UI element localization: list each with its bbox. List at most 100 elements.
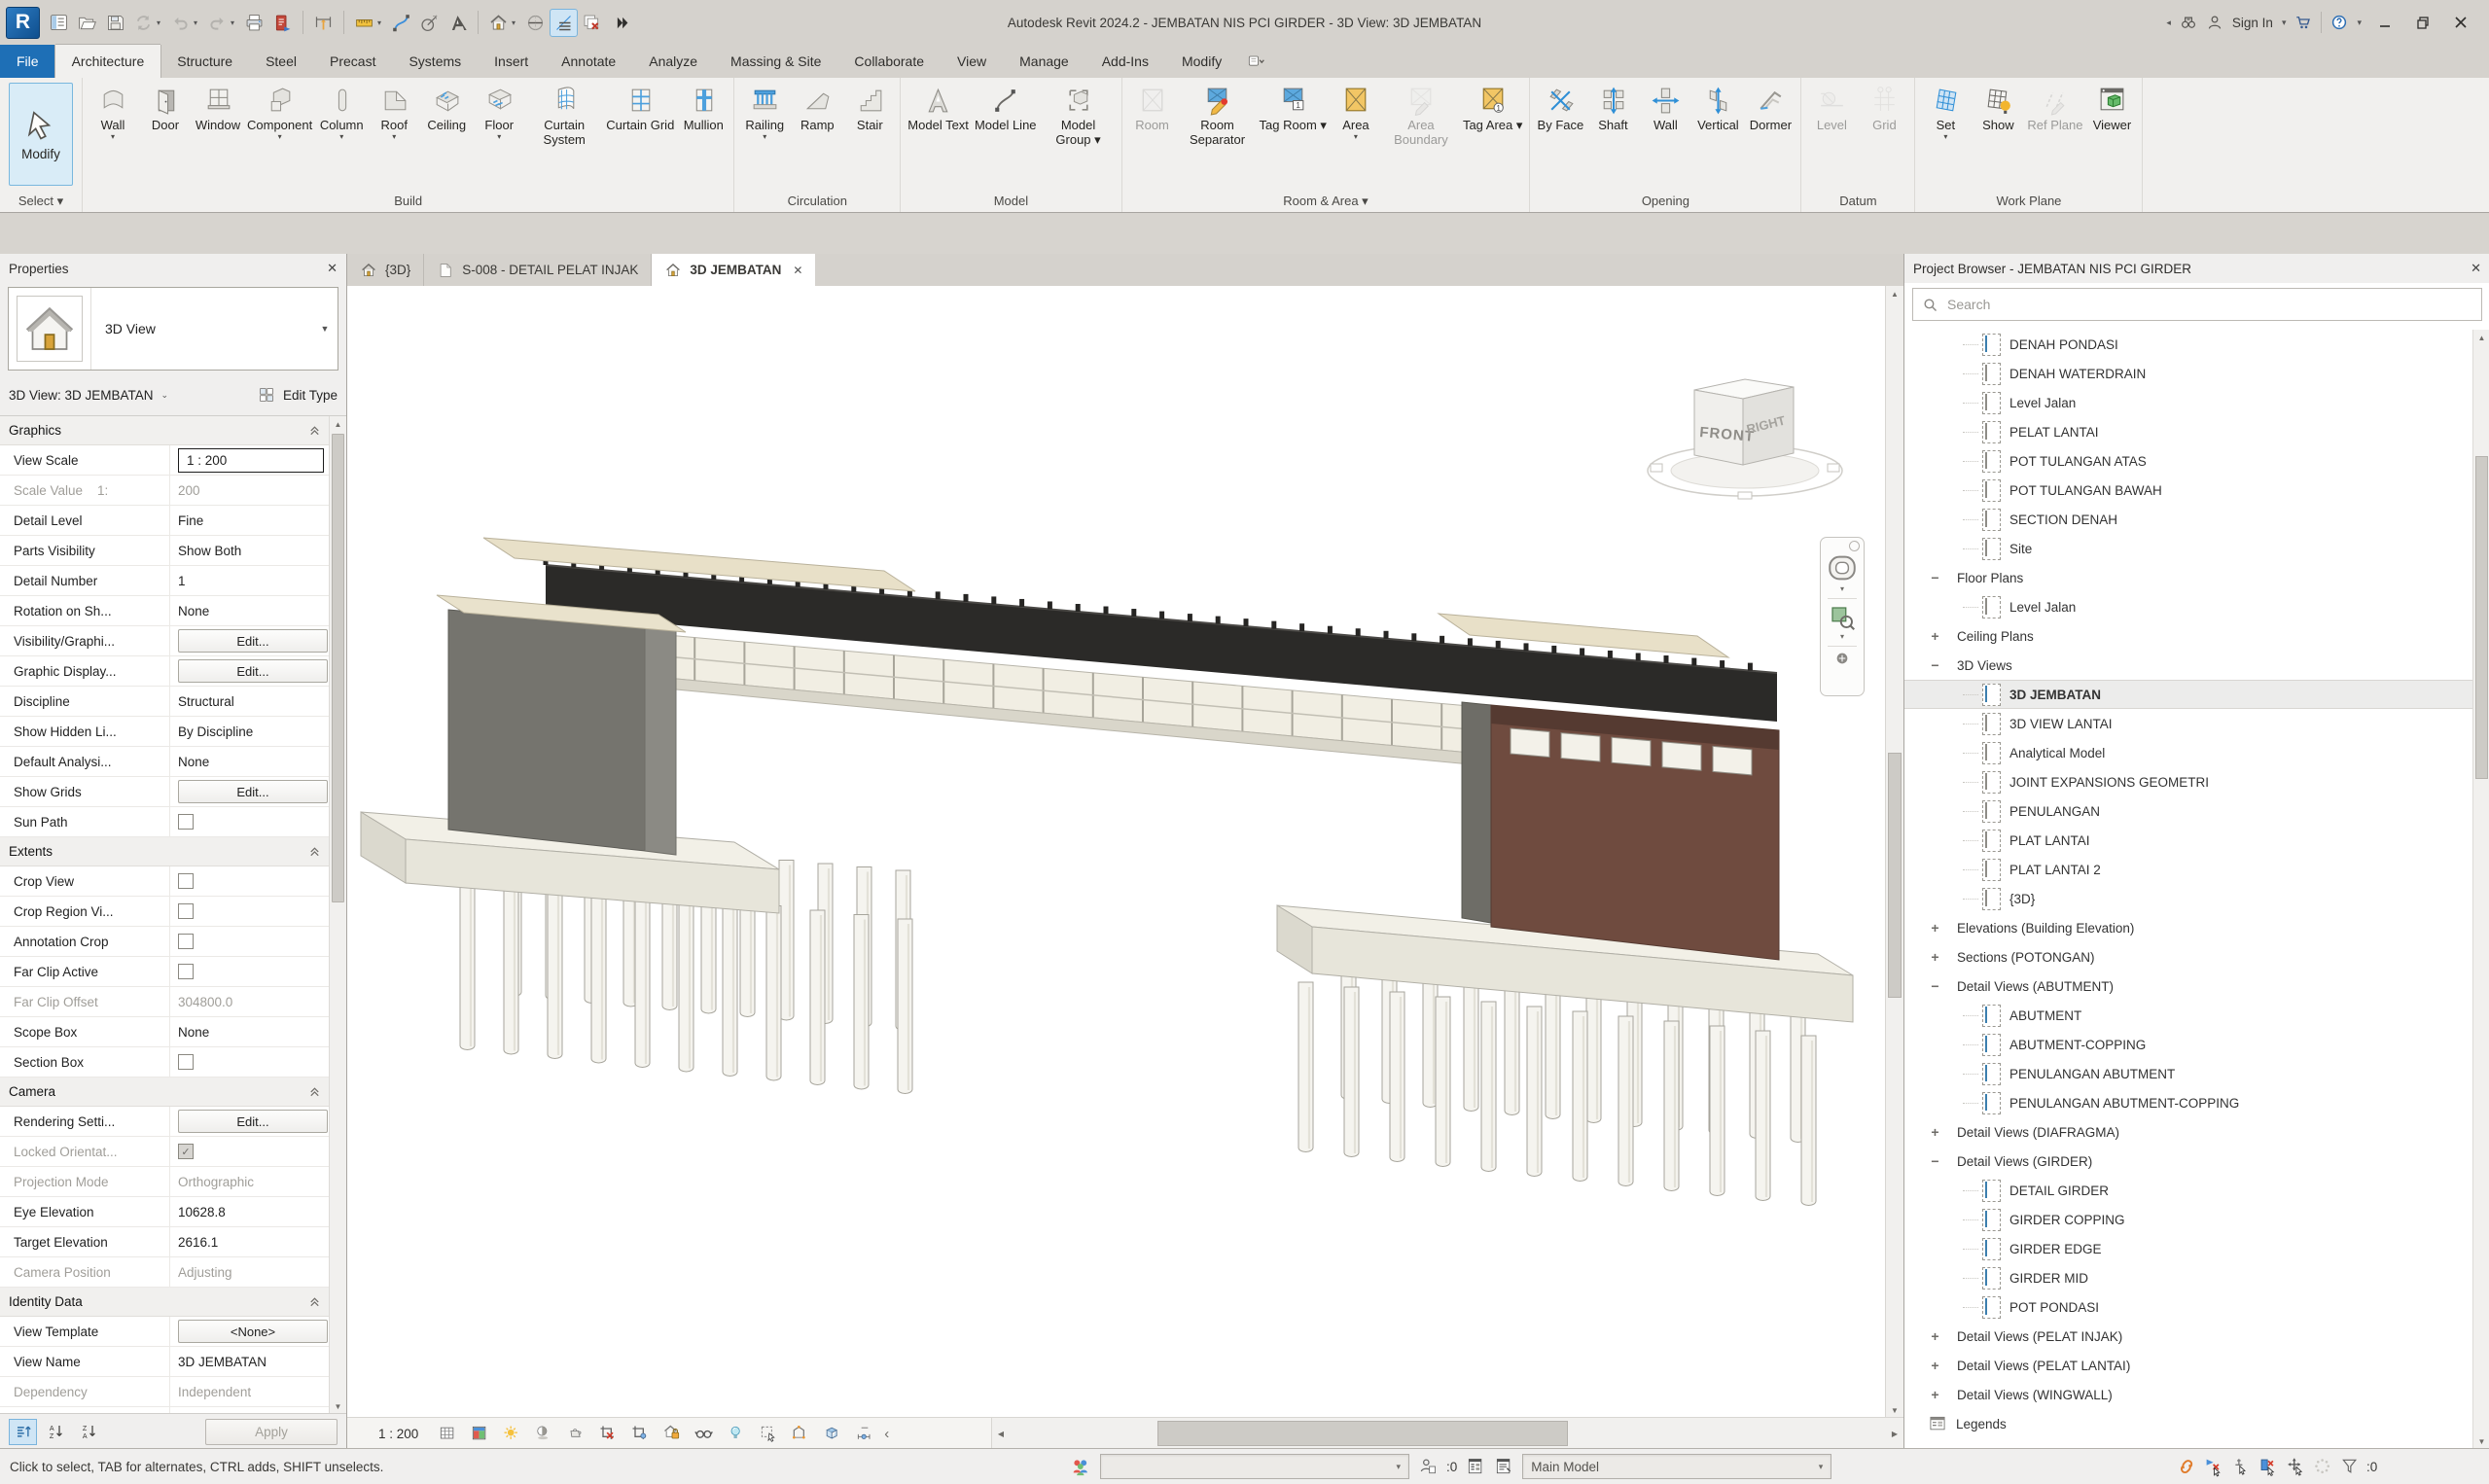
browser-item-section-denah[interactable]: SECTION DENAH (1904, 505, 2473, 534)
qat-home-caret-icon[interactable]: ▾ (512, 18, 520, 27)
pan-icon[interactable] (1834, 651, 1850, 666)
ribbon-display-toggle-icon[interactable] (1246, 45, 1265, 78)
property-value-rotation-on-sh[interactable]: None (178, 604, 209, 618)
ribbon-button-floor[interactable]: Floor▾ (473, 81, 525, 192)
ribbon-button-curtain-grid[interactable]: Curtain Grid (603, 81, 677, 192)
design-options-field[interactable]: ▾ (1100, 1454, 1409, 1479)
ribbon-button-wall[interactable]: Wall▾ (87, 81, 139, 192)
ribbon-tab-file[interactable]: File (0, 45, 55, 78)
qat-thinlines-icon[interactable] (551, 10, 577, 36)
modify-button[interactable]: Modify (9, 83, 73, 186)
browser-item-detail-views-pelat-lantai[interactable]: +Detail Views (PELAT LANTAI) (1904, 1351, 2473, 1380)
property-value-detail-number[interactable]: 1 (178, 574, 186, 588)
ribbon-tab-steel[interactable]: Steel (249, 45, 313, 78)
view-scale-control[interactable]: 1 : 200 (378, 1427, 418, 1441)
ribbon-tab-precast[interactable]: Precast (313, 45, 392, 78)
vcb-displacement-icon[interactable] (820, 1422, 845, 1445)
browser-item-girder-copping[interactable]: GIRDER COPPING (1904, 1205, 2473, 1234)
qat-closeviews-icon[interactable] (579, 10, 605, 36)
instance-label[interactable]: 3D View: 3D JEMBATAN (9, 388, 154, 403)
vcb-sun-path-icon[interactable] (499, 1422, 524, 1445)
ribbon-button-model-group[interactable]: Model Group ▾ (1040, 81, 1118, 192)
browser-item-detail-views-diafragma[interactable]: +Detail Views (DIAFRAGMA) (1904, 1117, 2473, 1147)
property-value-default-analysi[interactable]: None (178, 755, 209, 769)
vcb-constraints-icon[interactable] (852, 1422, 877, 1445)
help-caret-icon[interactable]: ▾ (2357, 18, 2362, 28)
minimize-button[interactable] (2370, 10, 2400, 35)
steering-wheel-caret-icon[interactable]: ▾ (1840, 584, 1844, 594)
view-tab-s-008-detail-pelat-injak[interactable]: S-008 - DETAIL PELAT INJAK (424, 254, 652, 286)
expand-icon[interactable]: + (1928, 1124, 1942, 1140)
qat-home-icon[interactable] (485, 10, 512, 36)
ribbon-button-show[interactable]: Show (1972, 81, 2024, 192)
ribbon-tab-massing-site[interactable]: Massing & Site (714, 45, 837, 78)
qat-sidebar-icon[interactable] (46, 10, 72, 36)
editable-only-icon[interactable] (1418, 1457, 1438, 1476)
browser-item-detail-views-wingwall[interactable]: +Detail Views (WINGWALL) (1904, 1380, 2473, 1409)
browser-item-girder-edge[interactable]: GIRDER EDGE (1904, 1234, 2473, 1263)
ribbon-button-curtain-system[interactable]: Curtain System (525, 81, 603, 192)
browser-item-elevations-building-elevation[interactable]: +Elevations (Building Elevation) (1904, 913, 2473, 942)
app-store-icon[interactable] (2294, 14, 2312, 31)
close-button[interactable] (2446, 10, 2475, 35)
browser-item-plat-lantai[interactable]: PLAT LANTAI (1904, 826, 2473, 855)
properties-scrollbar[interactable]: ▲ ▼ (329, 416, 346, 1414)
instance-caret-icon[interactable]: ⌄ (161, 390, 169, 401)
property-section-graphics[interactable]: Graphics (0, 416, 330, 445)
sort-custom-button[interactable] (9, 1419, 37, 1445)
browser-item-analytical-model[interactable]: Analytical Model (1904, 738, 2473, 767)
browser-item-legends[interactable]: Legends (1904, 1409, 2473, 1438)
collapse-left-icon[interactable]: ◂ (2166, 18, 2171, 28)
type-selector[interactable]: 3D View ▼ (8, 287, 338, 371)
ribbon-button-area[interactable]: Area▾ (1330, 81, 1382, 192)
property-checkbox-crop-region-vi[interactable] (178, 903, 194, 919)
ribbon-button-dormer[interactable]: Dormer (1744, 81, 1796, 192)
qat-dimpin-icon[interactable] (310, 10, 337, 36)
property-value-show-hidden-li[interactable]: By Discipline (178, 724, 253, 739)
qat-undo-caret-icon[interactable]: ▾ (194, 18, 202, 27)
chain-link-icon[interactable] (2177, 1457, 2197, 1477)
property-section-camera[interactable]: Camera (0, 1078, 330, 1107)
view-tab-close-icon[interactable]: ✕ (793, 264, 802, 277)
workset-display-icon[interactable] (1494, 1457, 1513, 1476)
property-checkbox-sun-path[interactable] (178, 814, 194, 830)
ribbon-button-roof[interactable]: Roof▾ (368, 81, 420, 192)
browser-item-ceiling-plans[interactable]: +Ceiling Plans (1904, 621, 2473, 651)
qat-export-icon[interactable] (269, 10, 296, 36)
browser-item-penulangan-abutment-copping[interactable]: PENULANGAN ABUTMENT-COPPING (1904, 1088, 2473, 1117)
vertical-scrollbar[interactable]: ▲ ▼ (1885, 286, 1903, 1418)
property-value-scale-value-1[interactable]: 200 (178, 483, 200, 498)
ribbon-button-vertical[interactable]: Vertical (1691, 81, 1744, 192)
vcb-visual-style-icon[interactable] (467, 1422, 492, 1445)
browser-item-abutment[interactable]: ABUTMENT (1904, 1001, 2473, 1030)
collapse-icon[interactable]: − (1928, 978, 1942, 994)
ribbon-button-shaft[interactable]: Shaft (1586, 81, 1639, 192)
browser-item-detail-girder[interactable]: DETAIL GIRDER (1904, 1176, 2473, 1205)
active-workset-field[interactable]: Main Model▾ (1522, 1454, 1831, 1479)
qat-redo-caret-icon[interactable]: ▾ (231, 18, 239, 27)
browser-item-penulangan[interactable]: PENULANGAN (1904, 796, 2473, 826)
view-tab-3d[interactable]: {3D} (347, 254, 424, 286)
property-button-visibility-graphi[interactable]: Edit... (178, 629, 328, 653)
property-value-camera-position[interactable]: Adjusting (178, 1265, 232, 1280)
collapse-icon[interactable]: − (1928, 1153, 1942, 1169)
vcb-shadows-toggle-icon[interactable] (531, 1422, 556, 1445)
browser-item-penulangan-abutment[interactable]: PENULANGAN ABUTMENT (1904, 1059, 2473, 1088)
ribbon-button-ramp[interactable]: Ramp (791, 81, 843, 192)
ribbon-tab-view[interactable]: View (941, 45, 1003, 78)
property-value-scope-box[interactable]: None (178, 1025, 209, 1040)
browser-item-detail-views-girder[interactable]: −Detail Views (GIRDER) (1904, 1147, 2473, 1176)
property-value-dependency[interactable]: Independent (178, 1385, 251, 1399)
qat-section-icon[interactable] (522, 10, 549, 36)
ribbon-tab-systems[interactable]: Systems (392, 45, 478, 78)
sign-in-caret-icon[interactable]: ▾ (2282, 18, 2287, 28)
ribbon-button-room-separator[interactable]: Room Separator (1179, 81, 1257, 192)
vcb-collapse-icon[interactable]: ‹ (884, 1426, 889, 1442)
ribbon-tab-manage[interactable]: Manage (1003, 45, 1085, 78)
expand-icon[interactable]: + (1928, 628, 1942, 644)
browser-item-sections-potongan[interactable]: +Sections (POTONGAN) (1904, 942, 2473, 972)
navbar-close-icon[interactable] (1849, 541, 1860, 551)
ribbon-button-tag-room[interactable]: 1Tag Room ▾ (1257, 81, 1330, 192)
property-checkbox-locked-orientat[interactable]: ✓ (178, 1144, 194, 1159)
ribbon-tab-modify[interactable]: Modify (1165, 45, 1238, 78)
